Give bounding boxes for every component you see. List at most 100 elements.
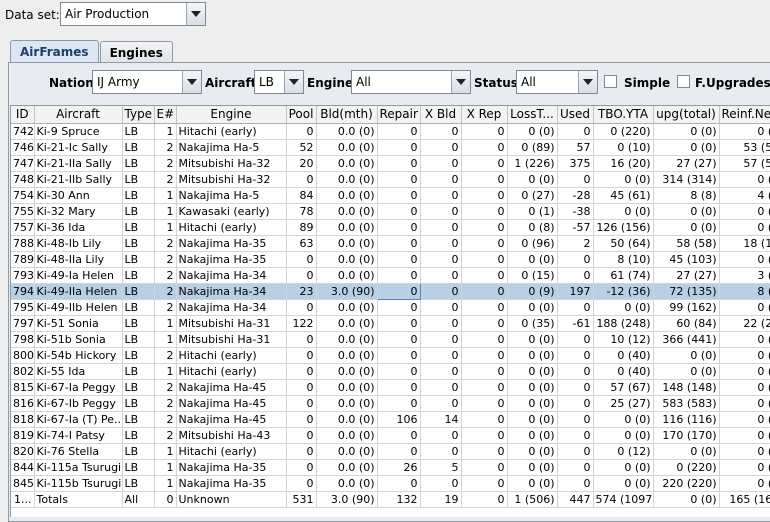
table-cell[interactable]: 0	[286, 443, 317, 460]
table-cell[interactable]: 0.0 (0)	[316, 443, 378, 460]
table-cell[interactable]: 0 (12)	[593, 443, 654, 460]
table-cell[interactable]: 0.0 (0)	[316, 155, 378, 172]
table-cell[interactable]: 0	[377, 219, 421, 236]
table-cell[interactable]: 0	[557, 347, 594, 364]
table-cell[interactable]: 0 (0)	[653, 363, 720, 380]
table-cell[interactable]: 63	[286, 235, 317, 252]
table-cell[interactable]: 794	[11, 283, 35, 300]
table-cell[interactable]: 1	[154, 315, 177, 332]
table-cell[interactable]: 0	[557, 475, 594, 492]
table-cell[interactable]: LB	[122, 139, 155, 156]
table-cell[interactable]: 0 (0)	[507, 363, 558, 380]
table-cell[interactable]: Nakajima Ha-35	[176, 459, 287, 476]
table-cell[interactable]: 0 (220)	[593, 123, 654, 140]
table-cell[interactable]: 57 (57)	[719, 155, 770, 172]
table-cell[interactable]: 1	[154, 363, 177, 380]
table-cell[interactable]: 0	[420, 443, 462, 460]
table-cell[interactable]: 0	[557, 123, 594, 140]
column-header[interactable]: Reinf.Nee...	[719, 106, 770, 124]
table-cell[interactable]: 0.0 (0)	[316, 411, 378, 428]
table-row[interactable]: 746 Ki-21-Ic Sally LB 2 Nakajima Ha-5 52 0.0 (…	[11, 139, 770, 156]
table-cell[interactable]: 0	[557, 363, 594, 380]
table-cell[interactable]: 0	[461, 315, 508, 332]
table-cell[interactable]: 0.0 (0)	[316, 363, 378, 380]
table-cell[interactable]: -28	[557, 187, 594, 204]
table-cell[interactable]: 18 (18)	[719, 235, 770, 252]
table-cell[interactable]: Ki-21-IIa Sally	[34, 155, 123, 172]
table-cell[interactable]: 0	[461, 155, 508, 172]
column-header[interactable]: E#	[154, 106, 177, 124]
table-row[interactable]: 789 Ki-48-IIa Lily LB 2 Nakajima Ha-35 0 0.0 (…	[11, 251, 770, 268]
table-cell[interactable]: LB	[122, 171, 155, 188]
table-cell[interactable]: 0	[420, 235, 462, 252]
table-cell[interactable]: 0	[461, 235, 508, 252]
table-cell[interactable]: 0 (0)	[507, 347, 558, 364]
table-cell[interactable]: 148 (148)	[653, 379, 720, 396]
table-cell[interactable]: 0.0 (0)	[316, 171, 378, 188]
table-cell[interactable]: Ki-115b Tsurugi	[34, 475, 123, 492]
table-cell[interactable]: 1	[154, 459, 177, 476]
table-cell[interactable]: 0	[286, 363, 317, 380]
table-cell[interactable]: LB	[122, 187, 155, 204]
table-cell[interactable]: LB	[122, 267, 155, 284]
table-cell[interactable]: LB	[122, 475, 155, 492]
table-cell[interactable]: 116 (116)	[653, 411, 720, 428]
table-cell[interactable]: 0	[461, 123, 508, 140]
table-cell[interactable]: 0	[420, 379, 462, 396]
table-cell[interactable]: 52	[286, 139, 317, 156]
table-cell[interactable]: 0 (0)	[653, 491, 720, 508]
table-cell[interactable]: LB	[122, 203, 155, 220]
table-row[interactable]: 844 Ki-115a Tsurugi LB 1 Nakajima Ha-35 0 0.0 …	[11, 459, 770, 476]
table-cell[interactable]: 2	[154, 411, 177, 428]
table-cell[interactable]: LB	[122, 363, 155, 380]
table-cell[interactable]: 0	[557, 379, 594, 396]
table-cell[interactable]: 0	[286, 267, 317, 284]
table-cell[interactable]: 2	[154, 395, 177, 412]
table-cell[interactable]: 0.0 (0)	[316, 347, 378, 364]
table-cell[interactable]: 2	[154, 299, 177, 316]
table-cell[interactable]: 0	[461, 491, 508, 508]
table-cell[interactable]: 0	[420, 395, 462, 412]
table-cell[interactable]: 754	[11, 187, 35, 204]
table-cell[interactable]: 8 (8)	[719, 283, 770, 300]
column-header[interactable]: Type	[122, 106, 155, 124]
table-cell[interactable]: -61	[557, 315, 594, 332]
column-header[interactable]: Aircraft	[34, 106, 123, 124]
table-cell[interactable]: Nakajima Ha-45	[176, 411, 287, 428]
table-cell[interactable]: 366 (441)	[653, 331, 720, 348]
table-cell[interactable]: Nakajima Ha-34	[176, 283, 287, 300]
table-cell[interactable]: 3.0 (90)	[316, 491, 378, 508]
table-cell[interactable]: LB	[122, 443, 155, 460]
table-cell[interactable]: 0	[557, 459, 594, 476]
table-cell[interactable]: 8 (10)	[593, 251, 654, 268]
table-cell[interactable]: 0	[377, 347, 421, 364]
table-cell[interactable]: 84	[286, 187, 317, 204]
table-cell[interactable]: Mitsubishi Ha-32	[176, 155, 287, 172]
table-cell[interactable]: 57 (67)	[593, 379, 654, 396]
table-cell[interactable]: 0 (0)	[719, 395, 770, 412]
table-cell[interactable]: 1 (506)	[507, 491, 558, 508]
table-row[interactable]: 816 Ki-67-Ib Peggy LB 2 Nakajima Ha-45 0 0.0 (…	[11, 395, 770, 412]
table-cell[interactable]: 798	[11, 331, 35, 348]
table-cell[interactable]: 1	[154, 123, 177, 140]
table-cell[interactable]: 45 (61)	[593, 187, 654, 204]
table-cell[interactable]: 0	[286, 347, 317, 364]
table-cell[interactable]: 0	[461, 411, 508, 428]
chevron-down-icon[interactable]	[578, 71, 597, 93]
column-header[interactable]: LossT...	[507, 106, 558, 124]
table-cell[interactable]: 747	[11, 155, 35, 172]
table-cell[interactable]: 1	[154, 475, 177, 492]
table-cell[interactable]: 25 (27)	[593, 395, 654, 412]
table-cell[interactable]: Ki-21-Ic Sally	[34, 139, 123, 156]
table-cell[interactable]: 0	[420, 139, 462, 156]
table-cell[interactable]: 0 (0)	[507, 427, 558, 444]
fupgrades-checkbox[interactable]	[677, 75, 690, 88]
table-cell[interactable]: 0	[461, 283, 508, 300]
table-cell[interactable]: 0.0 (0)	[316, 331, 378, 348]
table-cell[interactable]: 0	[557, 251, 594, 268]
table-cell[interactable]: 1	[154, 443, 177, 460]
table-row[interactable]: 755 Ki-32 Mary LB 1 Kawasaki (early) 78 0.0 (0…	[11, 203, 770, 220]
table-cell[interactable]: Nakajima Ha-5	[176, 139, 287, 156]
table-cell[interactable]: 106	[377, 411, 421, 428]
table-cell[interactable]: Hitachi (early)	[176, 219, 287, 236]
